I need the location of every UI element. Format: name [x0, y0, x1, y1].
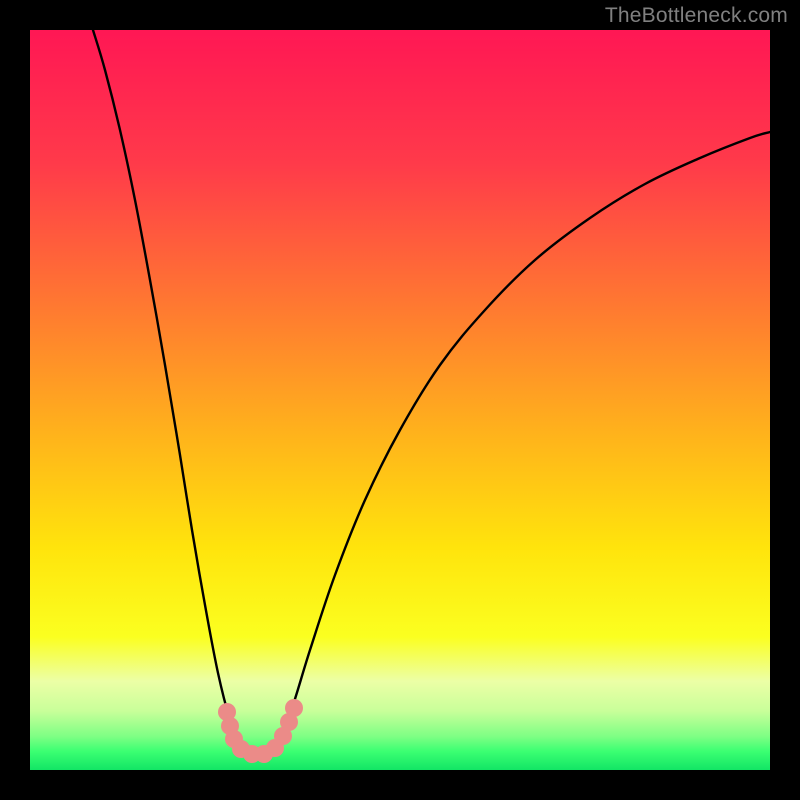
watermark-text: TheBottleneck.com	[605, 4, 788, 28]
bottleneck-curve	[30, 30, 770, 770]
flat-band-dot	[285, 699, 303, 717]
chart-stage: TheBottleneck.com	[0, 0, 800, 800]
plot-area	[30, 30, 770, 770]
